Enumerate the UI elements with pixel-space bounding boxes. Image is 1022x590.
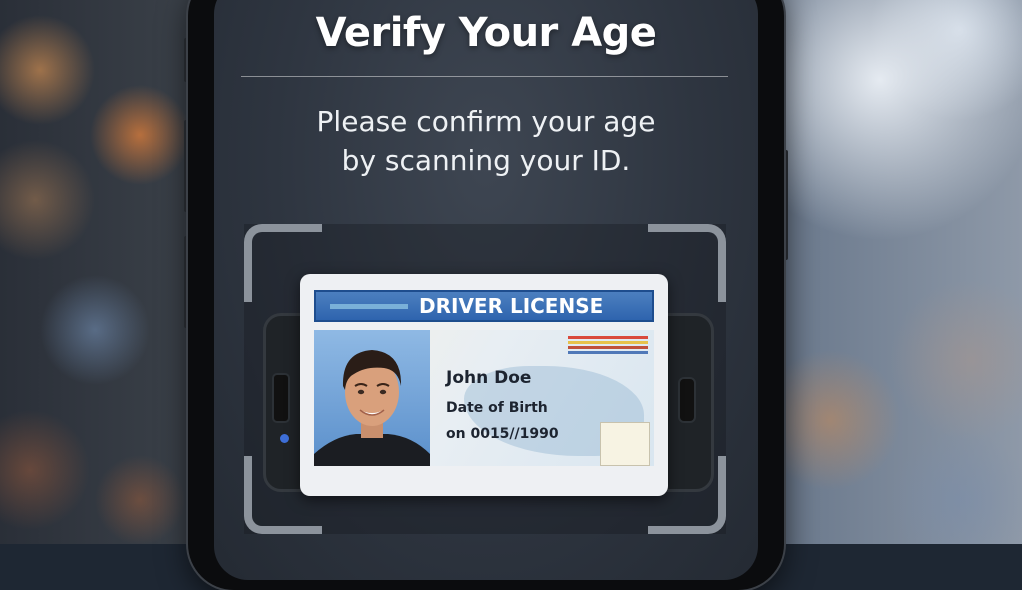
license-body: John Doe Date of Birth on 0015//1990 <box>314 330 654 466</box>
header-stripe <box>330 304 408 309</box>
device-speaker-icon <box>272 373 290 423</box>
dob-label: Date of Birth <box>446 400 548 416</box>
instructions-line-1: Please confirm your age <box>316 105 656 138</box>
device-home-button-icon <box>678 377 696 423</box>
flag-stripe <box>568 336 648 339</box>
license-holder-name: John Doe <box>446 368 532 388</box>
page-title: Verify Your Age <box>315 10 657 56</box>
device-indicator-light <box>280 434 289 443</box>
flag-stripe <box>568 351 648 354</box>
title-divider <box>241 76 728 77</box>
flag-stripe <box>568 346 648 349</box>
license-header: DRIVER LICENSE <box>314 290 654 322</box>
license-header-label: DRIVER LICENSE <box>419 294 604 318</box>
person-portrait-icon <box>314 350 430 466</box>
driver-license-card: DRIVER LICENSE John Doe Date of Birth on… <box>300 274 668 496</box>
id-photo <box>314 330 430 466</box>
flag-stripe <box>568 341 648 344</box>
phone-screen: Verify Your Age Please confirm your age … <box>214 0 758 580</box>
dob-value: on 0015//1990 <box>446 426 559 442</box>
hologram-chip <box>600 422 650 466</box>
instructions-line-2: by scanning your ID. <box>341 144 631 177</box>
instructions: Please confirm your age by scanning your… <box>214 102 758 180</box>
